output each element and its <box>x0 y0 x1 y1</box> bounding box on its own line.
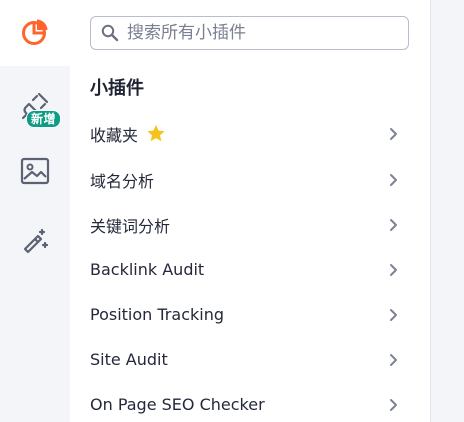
chevron-right-icon <box>388 126 398 145</box>
chevron-right-icon <box>388 352 398 371</box>
sidebar-rail: 新增 <box>0 0 70 422</box>
list-item-label: On Page SEO Checker <box>90 395 265 414</box>
search-input[interactable] <box>127 19 397 47</box>
magic-wand-icon[interactable] <box>0 222 70 260</box>
new-badge: 新增 <box>26 110 62 128</box>
search-box[interactable] <box>90 16 409 50</box>
chevron-right-icon <box>388 217 398 236</box>
list-item-domain-analysis[interactable]: 域名分析 <box>70 157 410 202</box>
image-icon[interactable] <box>0 152 70 190</box>
list-item-site-audit[interactable]: Site Audit <box>70 337 410 382</box>
content-area-edge <box>430 0 464 422</box>
list-item-label: Site Audit <box>90 350 168 369</box>
pie-chart-logo-icon[interactable] <box>0 12 70 52</box>
search-icon <box>101 24 119 42</box>
chevron-right-icon <box>388 307 398 326</box>
list-item-backlink-audit[interactable]: Backlink Audit <box>70 247 410 292</box>
list-item-label: 域名分析 <box>90 171 155 191</box>
list-item-label: Backlink Audit <box>90 260 205 279</box>
star-icon <box>146 124 166 143</box>
chevron-right-icon <box>388 262 398 281</box>
section-title: 小插件 <box>90 78 144 99</box>
list-item-label: 关键词分析 <box>90 216 171 236</box>
list-item-keyword-analysis[interactable]: 关键词分析 <box>70 202 410 247</box>
chevron-right-icon <box>388 397 398 416</box>
list-item-position-tracking[interactable]: Position Tracking <box>70 292 410 337</box>
list-item-label: 收藏夹 <box>90 125 139 145</box>
list-item-on-page-seo-checker[interactable]: On Page SEO Checker <box>70 382 410 422</box>
list-item-label: Position Tracking <box>90 305 224 324</box>
widgets-panel: 小插件 收藏夹 域名分析 关键词分析 Backlink Audit Positi… <box>70 0 430 422</box>
list-item-favorites[interactable]: 收藏夹 <box>70 111 410 156</box>
chevron-right-icon <box>388 172 398 191</box>
